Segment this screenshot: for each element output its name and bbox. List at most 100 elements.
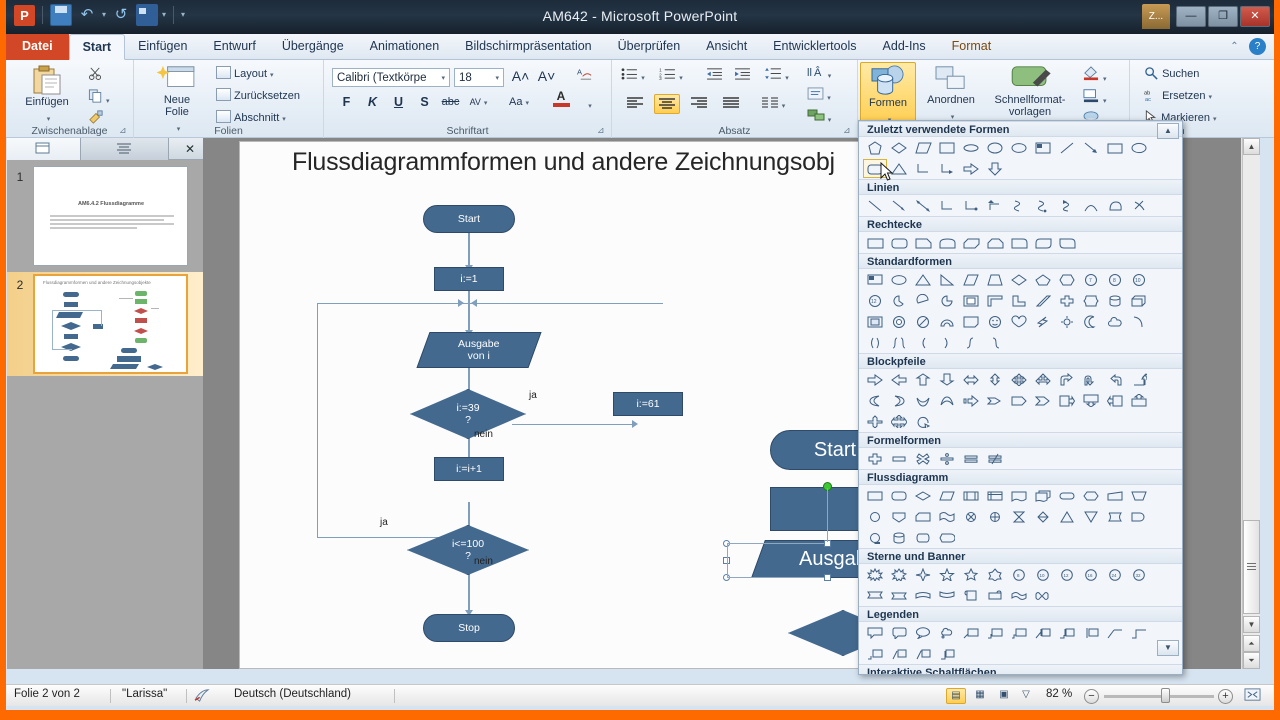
zoom-in-button[interactable]: + — [1218, 689, 1233, 704]
basic-left-bracket[interactable] — [911, 333, 935, 352]
font-size-input[interactable]: 18 ▾ — [454, 68, 504, 87]
basic-octagon[interactable]: 8 — [1103, 270, 1127, 289]
arrow-down-callout[interactable] — [1079, 391, 1103, 410]
tab-datei[interactable]: Datei — [6, 34, 69, 60]
flow-internal-storage[interactable] — [983, 486, 1007, 505]
callout-accent-bar[interactable] — [1079, 623, 1103, 642]
basic-textbox[interactable] — [863, 270, 887, 289]
basic-plaque[interactable] — [1079, 291, 1103, 310]
arrow-circular[interactable] — [911, 412, 935, 431]
next-slide-button[interactable]: ⏷ — [1243, 652, 1260, 669]
font-size-dropdown-icon[interactable]: ▾ — [495, 71, 499, 86]
star-explosion-1[interactable] — [863, 565, 887, 584]
basic-bevel[interactable] — [863, 312, 887, 331]
case-dropdown-icon[interactable]: ▾ — [525, 100, 529, 107]
basic-heptagon[interactable]: 7 — [1079, 270, 1103, 289]
basic-block-arc[interactable] — [935, 312, 959, 331]
tab-entwicklertools[interactable]: Entwicklertools — [760, 34, 869, 60]
line-arrow[interactable] — [887, 196, 911, 215]
star-5-point[interactable] — [935, 565, 959, 584]
flow-direct-access-storage[interactable] — [911, 528, 935, 547]
equation-equal[interactable] — [959, 449, 983, 468]
arrow-up-callout[interactable] — [1127, 391, 1151, 410]
star-32-point[interactable]: 32 — [1127, 565, 1151, 584]
change-case-button[interactable]: Aa ▾ — [504, 92, 534, 112]
minimize-ribbon-icon[interactable]: ⌃ — [1226, 38, 1243, 55]
increase-indent-button[interactable] — [732, 66, 753, 86]
rect-round-two-same[interactable] — [935, 233, 959, 252]
resize-handle-bm[interactable] — [824, 574, 831, 581]
line-double-arrow[interactable] — [911, 196, 935, 215]
basic-moon[interactable] — [1079, 312, 1103, 331]
rect-snip-same-side[interactable] — [983, 233, 1007, 252]
tab-start[interactable]: Start — [68, 34, 126, 60]
paragraph-dialog-launcher[interactable]: ⊿ — [843, 125, 854, 136]
arrow-curved-down[interactable] — [935, 391, 959, 410]
thumbnail-item-2[interactable]: 2 Flussdiagrammformen und andere Zeichnu… — [7, 274, 188, 374]
scroll-down-button[interactable]: ▼ — [1243, 616, 1260, 633]
tab-bildschirmpraesentation[interactable]: Bildschirmpräsentation — [452, 34, 604, 60]
flow-stored-data[interactable] — [1103, 507, 1127, 526]
section-dropdown-icon[interactable]: ▾ — [282, 116, 286, 123]
basic-dodecagon[interactable]: 12 — [863, 291, 887, 310]
text-direction-dropdown-icon[interactable]: ▾ — [828, 73, 832, 80]
flow-node-increment[interactable]: i:=i+1 — [434, 457, 504, 481]
font-dialog-launcher[interactable]: ⊿ — [597, 125, 608, 136]
arrow-u-turn[interactable] — [1079, 370, 1103, 389]
arrow-left-right-up[interactable] — [1031, 370, 1055, 389]
basic-chord[interactable] — [911, 291, 935, 310]
star-8-point[interactable]: 8 — [1007, 565, 1031, 584]
flow-collate[interactable] — [1007, 507, 1031, 526]
shape-fill-button[interactable]: ▾ — [1082, 66, 1107, 84]
shape-elbow-connector[interactable] — [911, 159, 935, 178]
basic-pentagon[interactable] — [1031, 270, 1055, 289]
tab-ueberpruefen[interactable]: Überprüfen — [605, 34, 694, 60]
star-6-point[interactable] — [959, 565, 983, 584]
callout-line-accent-2[interactable] — [1055, 623, 1079, 642]
arrow-pentagon[interactable] — [1007, 391, 1031, 410]
copy-dropdown-icon[interactable]: ▾ — [106, 98, 110, 105]
star-7-point[interactable] — [983, 565, 1007, 584]
basic-cross[interactable] — [1055, 291, 1079, 310]
clear-formatting-button[interactable]: A — [574, 66, 595, 86]
smartart-dropdown-icon[interactable]: ▾ — [828, 117, 832, 124]
flow-preparation[interactable] — [1079, 486, 1103, 505]
shape-rectangle[interactable] — [935, 138, 959, 157]
flow-node-decision-39[interactable]: i:=39 ? — [410, 389, 526, 439]
arrow-striped-right[interactable] — [959, 391, 983, 410]
equation-plus[interactable] — [863, 449, 887, 468]
flow-sequential-access[interactable] — [863, 528, 887, 547]
star-12-point[interactable]: 12 — [1055, 565, 1079, 584]
basic-cloud[interactable] — [1103, 312, 1127, 331]
arrow-left-callout[interactable] — [1103, 391, 1127, 410]
flow-node-stop[interactable]: Stop — [423, 614, 515, 642]
callout-rounded-rect[interactable] — [887, 623, 911, 642]
zoom-level[interactable]: 82 % — [1046, 688, 1072, 700]
normal-view-button[interactable]: ▤ — [946, 688, 966, 704]
callout-line-only-2[interactable] — [1127, 623, 1151, 642]
shape-oval-2[interactable] — [1127, 138, 1151, 157]
rect-round-single[interactable] — [1007, 233, 1031, 252]
shape-parallelogram[interactable] — [911, 138, 935, 157]
basic-heart[interactable] — [1007, 312, 1031, 331]
flow-node-output[interactable]: Ausgabe von i — [416, 332, 542, 368]
line-curved-double-arrow[interactable] — [1055, 196, 1079, 215]
align-text-dropdown-icon[interactable]: ▾ — [827, 95, 831, 102]
arrow-curved-left[interactable] — [863, 391, 887, 410]
reset-button[interactable]: Zurücksetzen — [216, 88, 300, 102]
flow-predefined-process[interactable] — [959, 486, 983, 505]
equation-divide[interactable] — [935, 449, 959, 468]
basic-folded-corner[interactable] — [959, 312, 983, 331]
shape-diamond[interactable] — [887, 138, 911, 157]
flow-process[interactable] — [863, 486, 887, 505]
minimize-button[interactable]: — — [1176, 6, 1206, 27]
gallery-scroll-down-button[interactable]: ▼ — [1157, 640, 1179, 656]
shape-ellipse[interactable] — [983, 138, 1007, 157]
close-button[interactable]: ✕ — [1240, 6, 1270, 27]
outline-tab[interactable] — [81, 138, 169, 160]
align-text-button[interactable]: ▾ — [806, 86, 832, 106]
line-spacing-dropdown-icon[interactable]: ▾ — [785, 75, 789, 82]
bullets-dropdown-icon[interactable]: ▾ — [641, 75, 645, 82]
flow-manual-input[interactable] — [1103, 486, 1127, 505]
basic-sun[interactable] — [1055, 312, 1079, 331]
